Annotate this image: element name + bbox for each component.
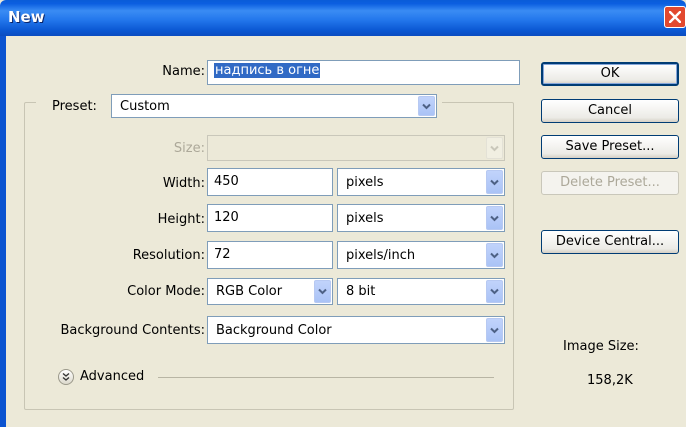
width-unit-value: pixels: [346, 175, 384, 190]
preset-label: Preset:: [52, 99, 97, 114]
height-unit-value: pixels: [346, 211, 384, 226]
resolution-input[interactable]: 72: [207, 241, 333, 269]
new-document-dialog: New Name: надпись в огне Preset: Custom …: [0, 0, 686, 427]
chevron-down-icon: [318, 288, 327, 295]
size-dropdown-arrow[interactable]: [486, 137, 503, 159]
resolution-unit-arrow[interactable]: [486, 243, 503, 267]
height-label: Height:: [157, 212, 205, 227]
close-icon: [669, 11, 681, 23]
chevron-down-icon: [422, 103, 431, 110]
color-mode-label: Color Mode:: [127, 284, 205, 299]
close-button[interactable]: [664, 6, 686, 28]
bit-depth-value: 8 bit: [346, 284, 376, 299]
height-unit-arrow[interactable]: [486, 206, 503, 230]
background-contents-value: Background Color: [216, 323, 332, 338]
color-mode-value: RGB Color: [216, 284, 283, 299]
advanced-toggle[interactable]: [58, 369, 74, 385]
advanced-divider: [158, 377, 494, 378]
chevron-down-icon: [490, 179, 499, 186]
title-bar[interactable]: New: [0, 0, 686, 36]
save-preset-button[interactable]: Save Preset...: [541, 135, 679, 159]
ok-button[interactable]: OK: [541, 62, 679, 86]
preset-dropdown-arrow[interactable]: [418, 96, 435, 116]
height-unit-dropdown[interactable]: pixels: [337, 204, 505, 232]
bit-depth-dropdown[interactable]: 8 bit: [337, 278, 505, 305]
bit-depth-arrow[interactable]: [486, 280, 503, 303]
width-unit-arrow[interactable]: [486, 170, 503, 194]
chevron-down-icon: [490, 327, 499, 334]
chevron-down-icon: [490, 215, 499, 222]
color-mode-arrow[interactable]: [314, 280, 331, 303]
resolution-unit-dropdown[interactable]: pixels/inch: [337, 241, 505, 269]
double-chevron-down-icon: [62, 372, 70, 381]
color-mode-dropdown[interactable]: RGB Color: [207, 278, 333, 305]
resolution-label: Resolution:: [132, 248, 205, 263]
background-contents-dropdown[interactable]: Background Color: [207, 316, 505, 344]
resolution-unit-value: pixels/inch: [346, 248, 416, 263]
background-contents-arrow[interactable]: [486, 318, 503, 342]
size-label: Size:: [173, 141, 205, 156]
image-size-label: Image Size:: [563, 339, 639, 354]
delete-preset-button[interactable]: Delete Preset...: [541, 171, 679, 195]
advanced-label[interactable]: Advanced: [80, 369, 144, 384]
chevron-down-icon: [490, 288, 499, 295]
chevron-down-icon: [490, 145, 499, 152]
size-dropdown[interactable]: [207, 135, 505, 161]
background-contents-label: Background Contents:: [60, 323, 205, 338]
chevron-down-icon: [490, 252, 499, 259]
height-input[interactable]: 120: [207, 204, 333, 232]
dialog-title: New: [8, 8, 45, 26]
name-label: Name:: [162, 64, 205, 79]
cancel-button[interactable]: Cancel: [541, 99, 679, 123]
name-input[interactable]: надпись в огне: [207, 60, 520, 85]
preset-value: Custom: [120, 99, 170, 114]
width-input[interactable]: 450: [207, 168, 333, 196]
name-input-value: надпись в огне: [214, 63, 321, 78]
window-left-border: [0, 36, 6, 427]
width-unit-dropdown[interactable]: pixels: [337, 168, 505, 196]
width-label: Width:: [162, 176, 205, 191]
preset-dropdown[interactable]: Custom: [111, 94, 437, 118]
image-size-value: 158,2K: [587, 373, 633, 388]
device-central-button[interactable]: Device Central...: [541, 230, 679, 254]
